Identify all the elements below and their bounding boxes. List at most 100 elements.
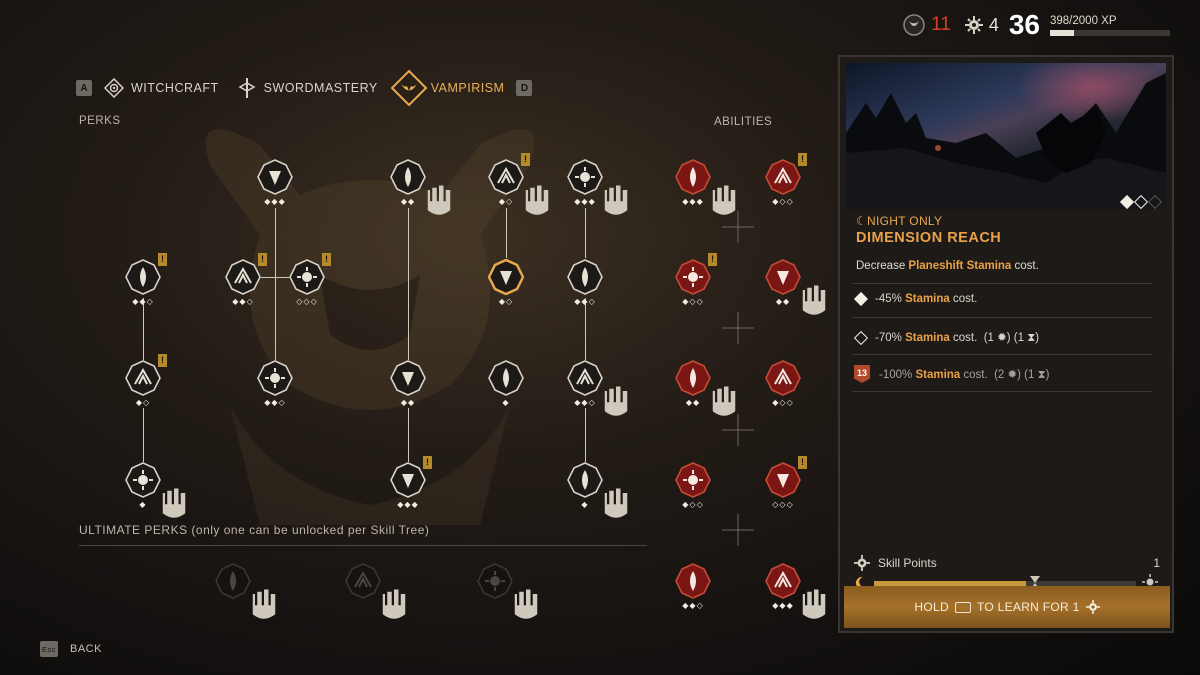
rank-pips: ◆◆◆ [574, 197, 596, 206]
perk-node[interactable]: ◆◇ [487, 258, 525, 306]
divider [852, 391, 1152, 392]
rank-pips: ◆◇ [135, 398, 151, 407]
rank-pips: ◆◆ [775, 297, 791, 306]
rank-1-rest: cost. [953, 293, 978, 305]
hold-label: HOLD [914, 600, 949, 614]
sun-burst-icon [289, 259, 325, 295]
hand-lock-icon [706, 382, 736, 416]
rank-pip-locked [1147, 194, 1163, 210]
flame-claw-icon [125, 259, 161, 295]
hand-lock-icon [598, 484, 628, 518]
tab-vampirism[interactable]: VAMPIRISM [390, 69, 505, 107]
hand-lock-icon [796, 585, 826, 619]
rank-1-stat: Stamina [905, 293, 950, 305]
tree-line [261, 277, 289, 278]
perk-node[interactable]: ◆ [488, 360, 524, 407]
perk-node[interactable]: ◆◇! [488, 153, 549, 215]
perk-node[interactable]: ◆◆◆! [390, 456, 432, 509]
rank-2-row: -70% Stamina cost. (1 ✹) (1 ⧗) [853, 330, 1039, 345]
rank-3-rest: cost. [963, 368, 988, 381]
perk-node[interactable]: ◇◇◇! [289, 253, 331, 306]
ability-node[interactable]: ◆◇◇! [675, 253, 717, 306]
desc-highlight: Planeshift Stamina [908, 260, 1012, 272]
witchcraft-icon [104, 78, 124, 98]
rank-indicator [1119, 194, 1163, 210]
perk-node[interactable]: ◆ [125, 462, 186, 518]
back-label: BACK [70, 643, 102, 655]
rank-pips: ◆◆◇ [232, 297, 254, 306]
rank-pips: ◆◇◇ [682, 500, 704, 509]
rank-1-row: -45% Stamina cost. [853, 291, 978, 307]
rank-pips: ◆◆◇ [574, 297, 596, 306]
heart-icon [765, 462, 801, 498]
rank-pips: ◆◇◇ [772, 197, 794, 206]
ability-preview-image [846, 63, 1166, 209]
tab-witchcraft[interactable]: WITCHCRAFT [104, 78, 219, 98]
level-requirement-badge: 13 [854, 365, 870, 383]
perk-node[interactable]: ◆◆◆ [257, 159, 293, 206]
perk-node[interactable]: ◆◆◇ [567, 360, 628, 416]
tree-line [585, 298, 586, 360]
perk-node[interactable]: ◆ [567, 462, 628, 518]
alert-icon: ! [521, 153, 530, 166]
learn-button[interactable]: HOLD TO LEARN FOR 1 [844, 586, 1170, 628]
grid-cross-icon [722, 414, 754, 446]
tree-line [506, 208, 507, 258]
night-only-tag: ☾NIGHT ONLY [856, 214, 943, 228]
alert-icon: ! [423, 456, 432, 469]
hand-lock-icon [421, 181, 451, 215]
ability-node[interactable]: ◆◆◆ [765, 563, 826, 619]
ultimate-node[interactable] [345, 563, 406, 619]
perk-node[interactable]: ◆◆◇! [125, 253, 167, 306]
ability-node[interactable]: ◆◇◇ [675, 462, 711, 509]
tab-swordmastery[interactable]: SWORDMASTERY [237, 78, 378, 98]
skill-points-row: Skill Points 1 [854, 555, 1160, 571]
skill-tree-tabs: A WITCHCRAFT SWORDMASTERY VAMPIRISM D [76, 66, 533, 110]
esc-key: Esc [40, 641, 58, 657]
alert-icon: ! [708, 253, 717, 266]
ultimate-node[interactable] [477, 563, 538, 619]
rank-3-row: 13 -100% Stamina cost. (2 ✹) (1 ⧗) [854, 365, 1050, 383]
beast-roar-icon [765, 159, 801, 195]
next-tab-key[interactable]: D [516, 80, 533, 96]
back-button[interactable]: Esc BACK [40, 641, 102, 657]
tree-line [585, 208, 586, 258]
ability-node[interactable]: ◆◆◆ [675, 159, 736, 215]
alert-icon: ! [258, 253, 267, 266]
ability-node[interactable]: ◆◇◇! [765, 153, 807, 206]
ability-node[interactable]: ◆◆◇ [675, 563, 711, 610]
prev-tab-key[interactable]: A [76, 80, 92, 96]
rank-pips: ◆ [581, 500, 589, 509]
tree-line [585, 408, 586, 462]
player-stats: 11 4 36 398/2000 XP [903, 9, 1170, 40]
skill-point-icon [1085, 600, 1100, 614]
rank-pips: ◆◇◇ [772, 398, 794, 407]
ability-node[interactable]: ◆◆ [765, 259, 826, 315]
learn-label: TO LEARN FOR 1 [976, 600, 1080, 614]
rank-pips: ◆◇◇ [682, 297, 704, 306]
drops-icon [125, 360, 161, 396]
rank-pips: ◆◆◇ [132, 297, 154, 306]
perk-node[interactable]: ◆◆ [390, 360, 426, 407]
rank-pips: ◇◇◇ [772, 500, 794, 509]
skill-point-icon [854, 555, 870, 571]
tree-line [408, 408, 409, 462]
divider [852, 354, 1152, 355]
perk-node[interactable]: ◆◆◆ [567, 159, 628, 215]
rank-2-stat: Stamina [905, 332, 950, 344]
rank-pips: ◆◆ [400, 197, 416, 206]
alert-icon: ! [798, 153, 807, 166]
perk-node[interactable]: ◆◇! [125, 354, 167, 407]
blood-icon [903, 14, 925, 36]
ultimate-node[interactable] [215, 563, 276, 619]
perk-node[interactable]: ◆◆◇ [567, 259, 603, 306]
ability-node[interactable]: ◆◆ [675, 360, 736, 416]
ability-node[interactable]: ◆◇◇ [765, 360, 801, 407]
grid-cross-icon [722, 514, 754, 546]
ability-node[interactable]: ◇◇◇! [765, 456, 807, 509]
perk-node[interactable]: ◆◆◇ [257, 360, 293, 407]
hand-lock-icon [706, 181, 736, 215]
rank-pip-filled [1119, 194, 1135, 210]
perk-node[interactable]: ◆◆◇! [225, 253, 267, 306]
perk-node[interactable]: ◆◆ [390, 159, 451, 215]
